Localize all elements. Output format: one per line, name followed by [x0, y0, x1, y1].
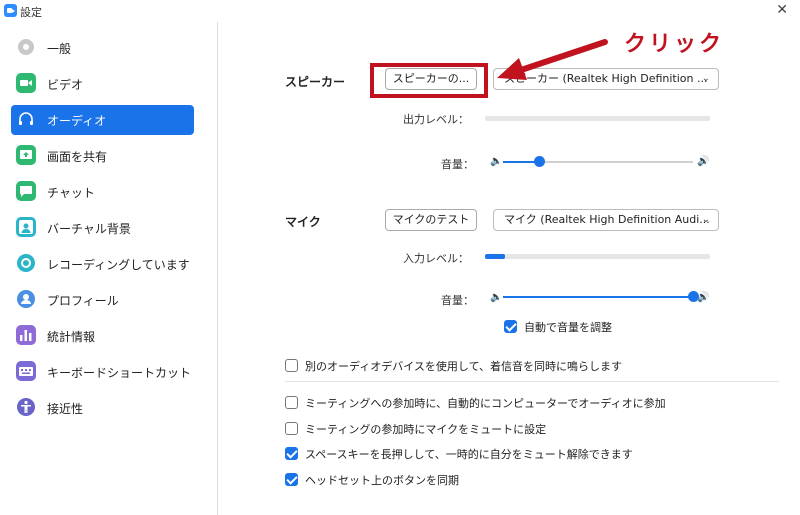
mic-volume-label: 音量：	[441, 294, 474, 307]
sidebar-item-keyboard-shortcuts[interactable]: キーボードショートカット	[11, 357, 194, 387]
sidebar-item-label: バーチャル背景	[47, 222, 131, 236]
sidebar-item-accessibility[interactable]: 接近性	[11, 393, 194, 423]
sidebar-item-audio[interactable]: オーディオ	[11, 105, 194, 135]
chevron-down-icon: ⌄	[701, 214, 710, 225]
person-background-icon	[15, 216, 37, 238]
statistics-icon	[15, 324, 37, 346]
checkbox[interactable]	[285, 473, 298, 486]
title-bar: 設定 ✕	[0, 0, 800, 22]
headphones-icon	[15, 108, 37, 130]
chat-bubble-icon	[15, 180, 37, 202]
sidebar-item-label: 画面を共有	[47, 150, 108, 164]
mic-device-value: マイク (Realtek High Definition Audi...	[504, 213, 710, 226]
speaker-volume-label: 音量：	[441, 158, 474, 171]
checkbox-label: ヘッドセット上のボタンを同期	[305, 474, 459, 487]
settings-sidebar: 一般 ビデオ オーディオ 画面を共有 チャット バーチャル背景 レコーディングし…	[0, 22, 218, 515]
sidebar-item-label: キーボードショートカット	[47, 366, 192, 380]
sidebar-item-label: オーディオ	[47, 114, 107, 128]
keyboard-icon	[15, 360, 37, 382]
checkbox[interactable]	[285, 396, 298, 409]
gear-icon	[15, 36, 37, 58]
record-icon	[15, 252, 37, 274]
output-level-meter	[485, 116, 710, 121]
sidebar-item-share-screen[interactable]: 画面を共有	[11, 141, 194, 171]
checkbox[interactable]	[285, 447, 298, 460]
accessibility-icon	[15, 396, 37, 418]
input-level-meter	[485, 254, 710, 259]
close-button[interactable]: ✕	[776, 2, 788, 18]
speaker-section-label: スピーカー	[285, 75, 346, 89]
window-title: 設定	[20, 6, 42, 19]
sidebar-item-label: プロフィール	[47, 294, 119, 308]
checkbox-label: 自動で音量を調整	[524, 321, 612, 334]
zoom-app-icon	[4, 4, 17, 17]
sidebar-item-label: 一般	[47, 42, 72, 56]
checkbox-label: 別のオーディオデバイスを使用して、着信音を同時に鳴らします	[305, 360, 623, 373]
auto-adjust-volume-toggle[interactable]: 自動で音量を調整	[504, 319, 664, 335]
annotation-highlight-box	[370, 63, 488, 98]
sidebar-item-virtual-background[interactable]: バーチャル背景	[11, 213, 194, 243]
video-camera-icon	[15, 72, 37, 94]
chevron-down-icon: ⌄	[701, 73, 710, 84]
divider	[285, 381, 779, 382]
volume-low-icon: 🔈	[490, 156, 503, 167]
input-level-fill	[485, 254, 506, 259]
test-mic-button[interactable]: マイクのテスト	[385, 209, 477, 231]
profile-icon	[15, 288, 37, 310]
annotation-arrow-icon	[497, 39, 608, 80]
volume-high-icon: 🔊	[697, 292, 710, 303]
input-level-label: 入力レベル：	[403, 252, 469, 265]
sidebar-item-label: 接近性	[47, 402, 84, 416]
output-level-label: 出力レベル：	[403, 113, 469, 126]
mic-volume-slider[interactable]	[503, 290, 699, 304]
sidebar-item-video[interactable]: ビデオ	[11, 69, 194, 99]
sidebar-item-label: レコーディングしています	[47, 258, 190, 272]
checkbox-label: ミーティングへの参加時に、自動的にコンピューターでオーディオに参加	[305, 397, 666, 410]
sidebar-item-general[interactable]: 一般	[11, 33, 194, 63]
volume-high-icon: 🔊	[697, 156, 710, 167]
checkbox[interactable]	[285, 359, 298, 372]
share-screen-icon	[15, 144, 37, 166]
checkbox-label: ミーティングの参加時にマイクをミュートに設定	[305, 423, 547, 436]
checkbox[interactable]	[504, 320, 517, 333]
mic-device-select[interactable]: マイク (Realtek High Definition Audi... ⌄	[493, 209, 719, 231]
checkbox-label: スペースキーを長押しして、一時的に自分をミュート解除できます	[305, 448, 633, 461]
annotation-click-label: クリック	[624, 32, 725, 57]
sidebar-item-chat[interactable]: チャット	[11, 177, 194, 207]
option-push-to-talk-space[interactable]: スペースキーを長押しして、一時的に自分をミュート解除できます	[285, 446, 705, 462]
sidebar-item-profile[interactable]: プロフィール	[11, 285, 194, 315]
volume-low-icon: 🔈	[490, 292, 503, 303]
option-mute-mic-on-join[interactable]: ミーティングの参加時にマイクをミュートに設定	[285, 421, 705, 437]
speaker-volume-slider[interactable]	[503, 155, 693, 169]
sidebar-item-recording[interactable]: レコーディングしています	[11, 249, 194, 279]
slider-fill	[503, 296, 693, 298]
option-auto-join-audio[interactable]: ミーティングへの参加時に、自動的にコンピューターでオーディオに参加	[285, 395, 705, 411]
sidebar-item-statistics[interactable]: 統計情報	[11, 321, 194, 351]
checkbox[interactable]	[285, 422, 298, 435]
mic-section-label: マイク	[285, 215, 321, 229]
sidebar-item-label: ビデオ	[47, 78, 84, 92]
sidebar-item-label: チャット	[47, 186, 95, 200]
sidebar-item-label: 統計情報	[47, 330, 96, 344]
option-sync-headset-buttons[interactable]: ヘッドセット上のボタンを同期	[285, 472, 705, 488]
audio-settings-panel: スピーカー スピーカーの... スピーカー (Realtek High Defi…	[219, 22, 800, 515]
slider-thumb[interactable]	[534, 156, 546, 167]
option-ringtone-separate-device[interactable]: 別のオーディオデバイスを使用して、着信音を同時に鳴らします	[285, 358, 705, 374]
